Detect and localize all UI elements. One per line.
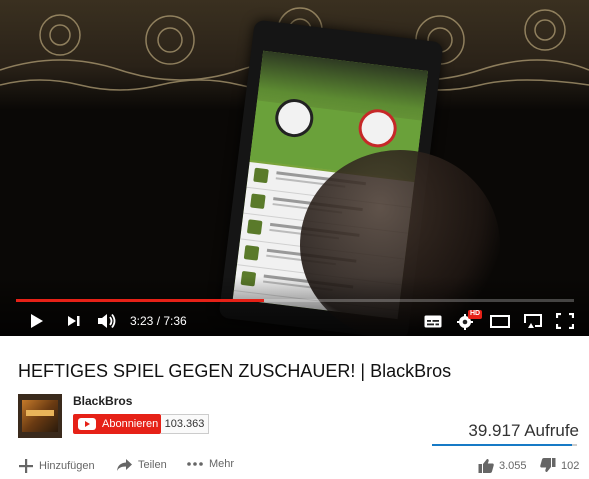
like-ratio-bar bbox=[432, 444, 577, 446]
youtube-logo-icon bbox=[78, 418, 96, 430]
add-to-button[interactable]: Hinzufügen bbox=[18, 458, 95, 474]
subtitles-button[interactable] bbox=[424, 314, 442, 328]
share-label: Teilen bbox=[138, 459, 167, 471]
plus-icon bbox=[19, 459, 33, 473]
subscribe-label: Abonnieren bbox=[102, 418, 159, 430]
fullscreen-button[interactable] bbox=[556, 313, 574, 329]
volume-button[interactable] bbox=[97, 312, 117, 330]
more-button[interactable]: Mehr bbox=[186, 458, 234, 470]
like-button[interactable]: 3.055 bbox=[478, 458, 527, 473]
next-icon bbox=[68, 316, 80, 326]
play-button[interactable] bbox=[28, 312, 46, 330]
thumbs-up-icon bbox=[478, 459, 494, 473]
theater-mode-button[interactable] bbox=[490, 314, 510, 328]
more-label: Mehr bbox=[209, 458, 235, 470]
video-player[interactable]: 3:23 / 7:36 HD bbox=[0, 0, 589, 336]
channel-avatar[interactable] bbox=[18, 394, 62, 438]
subscriber-count: 103.363 bbox=[161, 414, 209, 434]
like-ratio-fill bbox=[432, 444, 573, 446]
volume-icon bbox=[98, 313, 116, 329]
fullscreen-icon bbox=[556, 313, 574, 329]
subtitles-icon bbox=[424, 315, 442, 327]
more-dots-icon bbox=[187, 462, 203, 466]
like-count: 3.055 bbox=[499, 459, 527, 472]
thumbs-down-icon bbox=[540, 458, 556, 472]
share-arrow-icon bbox=[117, 459, 132, 471]
cast-icon bbox=[524, 314, 542, 328]
add-to-label: Hinzufügen bbox=[39, 460, 95, 472]
subscribe-button[interactable]: Abonnieren bbox=[73, 414, 161, 434]
play-icon bbox=[31, 314, 43, 328]
share-button[interactable]: Teilen bbox=[116, 458, 167, 472]
cast-button[interactable] bbox=[523, 313, 543, 329]
theater-mode-icon bbox=[490, 314, 510, 328]
view-count: 39.917 Aufrufe bbox=[468, 421, 579, 440]
video-title: HEFTIGES SPIEL GEGEN ZUSCHAUER! | BlackB… bbox=[18, 361, 452, 381]
time-display: 3:23 / 7:36 bbox=[130, 314, 187, 328]
progress-played bbox=[16, 299, 265, 302]
dislike-count: 102 bbox=[561, 459, 580, 472]
channel-name[interactable]: BlackBros bbox=[73, 394, 132, 408]
progress-bar[interactable] bbox=[16, 299, 574, 302]
next-button[interactable] bbox=[66, 314, 82, 328]
dislike-button[interactable]: 102 bbox=[540, 458, 579, 473]
hd-badge: HD bbox=[469, 310, 481, 317]
